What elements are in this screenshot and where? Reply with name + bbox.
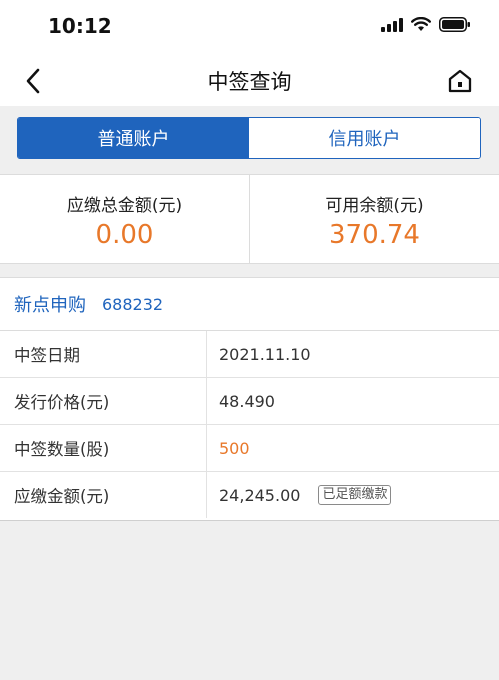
available-balance-label: 可用余额(元) [325,195,424,216]
tab-regular-account[interactable]: 普通账户 [18,118,249,158]
amount-due-value: 24,245.00 [219,485,301,505]
available-balance-value: 370.74 [329,219,420,250]
table-row: 发行价格(元) 48.490 [0,378,499,425]
wifi-icon [411,17,431,31]
row-value-with-badge: 24,245.00 已足额缴款 [207,472,499,518]
table-row: 中签日期 2021.11.10 [0,331,499,378]
battery-icon [439,17,470,32]
table-row: 中签数量(股) 500 [0,425,499,472]
row-label: 应缴金额(元) [0,472,207,518]
page-title: 中签查询 [207,70,292,94]
tab-credit-account[interactable]: 信用账户 [249,118,480,158]
table-row: 应缴金额(元) 24,245.00 已足额缴款 [0,472,499,518]
nav-bar: 中签查询 [0,56,499,106]
balance-summary: 应缴总金额(元) 0.00 可用余额(元) 370.74 [0,174,499,264]
stock-code: 688232 [102,294,164,314]
row-value: 2021.11.10 [219,344,311,364]
stock-header: 新点申购 688232 [0,278,499,331]
home-icon [448,69,472,93]
account-tabs: 普通账户 信用账户 [17,117,481,159]
home-button[interactable] [445,66,475,96]
row-label: 中签日期 [0,331,207,377]
status-icons [381,17,471,32]
row-label: 发行价格(元) [0,378,207,424]
row-value: 500 [219,438,250,458]
stock-name: 新点申购 [14,295,86,316]
total-due-label: 应缴总金额(元) [66,195,183,216]
account-tabs-area: 普通账户 信用账户 [0,106,499,172]
allotment-detail-card: 新点申购 688232 中签日期 2021.11.10 发行价格(元) 48.4… [0,277,499,521]
status-bar: 10:12 [0,0,499,56]
status-badge: 已足额缴款 [318,485,392,505]
total-due-value: 0.00 [95,219,154,250]
row-value: 48.490 [219,391,275,411]
row-label: 中签数量(股) [0,425,207,471]
status-time: 10:12 [48,14,112,38]
available-balance-cell: 可用余额(元) 370.74 [249,175,499,263]
signal-icon [381,17,403,32]
total-due-cell: 应缴总金额(元) 0.00 [0,175,249,263]
